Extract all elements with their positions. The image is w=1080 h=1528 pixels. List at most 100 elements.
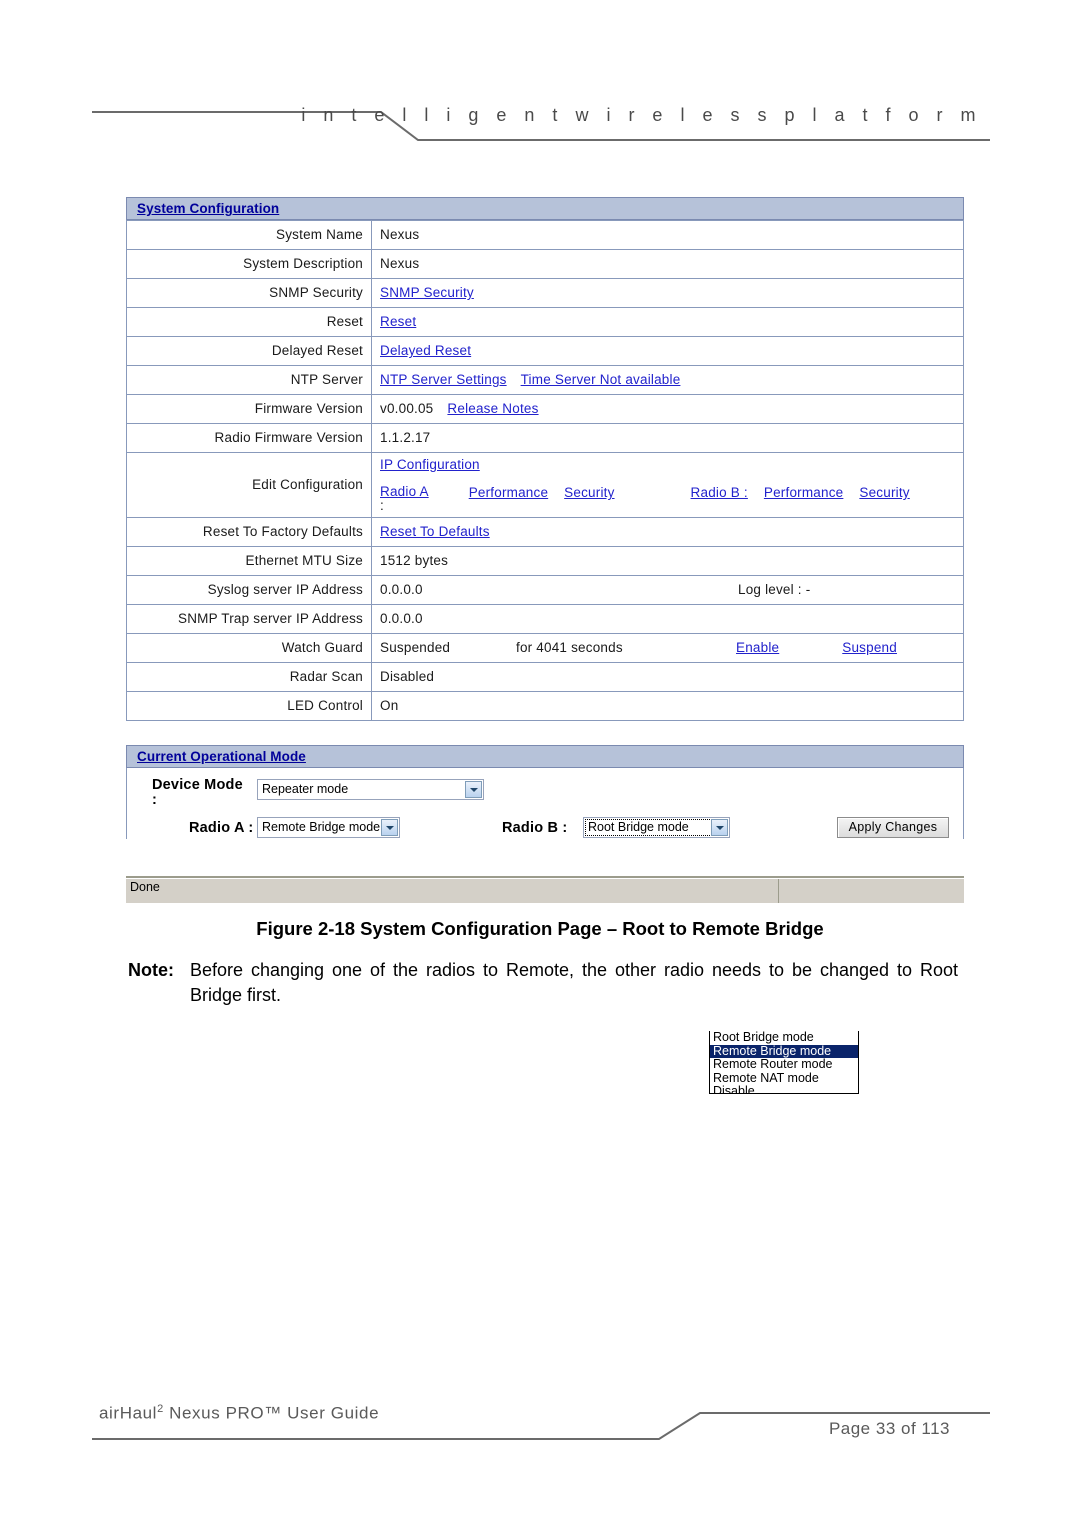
- table-row: Delayed Reset Delayed Reset: [126, 336, 964, 366]
- row-value: 1512 bytes: [371, 546, 964, 576]
- operational-mode-title[interactable]: Current Operational Mode: [137, 749, 306, 764]
- chevron-down-icon[interactable]: [465, 781, 482, 798]
- release-notes-link[interactable]: Release Notes: [447, 401, 538, 416]
- reset-link[interactable]: Reset: [380, 314, 416, 329]
- row-label: Reset To Factory Defaults: [126, 517, 372, 547]
- chevron-down-icon[interactable]: [381, 819, 398, 836]
- note-block: Note: Before changing one of the radios …: [128, 958, 958, 1008]
- row-label: System Description: [126, 249, 372, 279]
- row-label: Reset: [126, 307, 372, 337]
- browser-status-bar: Done: [126, 878, 964, 903]
- row-value: Nexus: [371, 220, 964, 250]
- row-value: SNMP Security: [371, 278, 964, 308]
- row-label: Syslog server IP Address: [126, 575, 372, 605]
- snmp-security-link[interactable]: SNMP Security: [380, 285, 474, 300]
- radio-b-selected-value: Root Bridge mode: [588, 820, 689, 834]
- device-mode-colon: :: [152, 792, 158, 808]
- current-operational-mode-panel: Current Operational Mode Device Mode : R…: [126, 745, 964, 853]
- row-label: Delayed Reset: [126, 336, 372, 366]
- table-row: Ethernet MTU Size 1512 bytes: [126, 546, 964, 576]
- radio-a-security-link[interactable]: Security: [564, 485, 614, 500]
- row-label: LED Control: [126, 691, 372, 721]
- row-label: Watch Guard: [126, 633, 372, 663]
- chevron-down-icon[interactable]: [711, 819, 728, 836]
- table-row: System Name Nexus: [126, 220, 964, 250]
- watch-guard-duration: for 4041 seconds: [516, 640, 623, 655]
- device-mode-select[interactable]: Repeater mode: [257, 779, 484, 800]
- table-row: Radar Scan Disabled: [126, 662, 964, 692]
- radio-b-mode-select[interactable]: Root Bridge mode: [583, 817, 730, 838]
- row-value: Reset To Defaults: [371, 517, 964, 547]
- table-row: Firmware Version v0.00.05 Release Notes: [126, 394, 964, 424]
- table-row: System Description Nexus: [126, 249, 964, 279]
- reset-to-defaults-link[interactable]: Reset To Defaults: [380, 524, 490, 539]
- footer-product-rest: Nexus PRO™ User Guide: [163, 1403, 380, 1423]
- document-footer: airHaul2 Nexus PRO™ User Guide Page 33 o…: [0, 1395, 1080, 1465]
- radio-a-mode-label: Radio A :: [189, 820, 254, 836]
- radio-a-selected-value: Remote Bridge mode: [262, 820, 381, 834]
- apply-changes-button[interactable]: Apply Changes: [837, 817, 949, 838]
- device-mode-selected-value: Repeater mode: [262, 782, 349, 796]
- system-configuration-title[interactable]: System Configuration: [137, 201, 279, 216]
- table-row-edit-configuration: Edit Configuration IP Configuration Radi…: [126, 452, 964, 518]
- header-tagline: i n t e l l i g e n t w i r e l e s s p …: [301, 105, 982, 125]
- row-label: SNMP Trap server IP Address: [126, 604, 372, 634]
- table-row: Reset To Factory Defaults Reset To Defau…: [126, 517, 964, 547]
- embedded-screenshot: System Configuration System Name Nexus S…: [126, 197, 964, 1094]
- browser-status-zone-cell: [778, 879, 964, 903]
- document-header: i n t e l l i g e n t w i r e l e s s p …: [0, 0, 1080, 150]
- browser-content-gap: [126, 839, 964, 862]
- dropdown-option[interactable]: Remote NAT mode: [710, 1071, 858, 1086]
- figure-caption: Figure 2-18 System Configuration Page – …: [256, 918, 824, 939]
- radio-a-mode-select[interactable]: Remote Bridge mode: [257, 817, 400, 838]
- footer-product-superscript: 2: [157, 1403, 164, 1415]
- watch-guard-enable-link[interactable]: Enable: [736, 640, 779, 655]
- ntp-server-settings-link[interactable]: NTP Server Settings: [380, 372, 507, 387]
- row-label: System Name: [126, 220, 372, 250]
- radio-b-performance-link[interactable]: Performance: [764, 485, 843, 500]
- dropdown-option[interactable]: Remote Router mode: [710, 1057, 858, 1072]
- table-row: SNMP Security SNMP Security: [126, 278, 964, 308]
- radio-b-mode-dropdown-list[interactable]: Root Bridge mode Remote Bridge mode Remo…: [709, 1031, 859, 1094]
- table-row: Watch Guard Suspended for 4041 seconds Ena…: [126, 633, 964, 663]
- delayed-reset-link[interactable]: Delayed Reset: [380, 343, 471, 358]
- firmware-version-value: v0.00.05: [380, 401, 434, 416]
- footer-page-number: Page 33 of 113: [828, 1419, 950, 1438]
- radio-b-link[interactable]: Radio B :: [691, 485, 748, 500]
- radio-b-mode-label: Radio B :: [502, 820, 568, 836]
- row-value: Nexus: [371, 249, 964, 279]
- row-value: NTP Server Settings Time Server Not avail…: [371, 365, 964, 395]
- dropdown-option-selected[interactable]: Remote Bridge mode: [710, 1044, 858, 1058]
- watch-guard-suspend-link[interactable]: Suspend: [842, 640, 897, 655]
- footer-product-name: airHaul2 Nexus PRO™ User Guide: [99, 1403, 379, 1424]
- row-label: Radio Firmware Version: [126, 423, 372, 453]
- log-level-value: Log level : -: [738, 582, 811, 597]
- dropdown-option[interactable]: Root Bridge mode: [710, 1031, 858, 1045]
- row-label: NTP Server: [126, 365, 372, 395]
- table-row: LED Control On: [126, 691, 964, 721]
- row-label: Edit Configuration: [126, 452, 372, 518]
- table-row: SNMP Trap server IP Address 0.0.0.0: [126, 604, 964, 634]
- note-label: Note:: [128, 960, 174, 980]
- header-rule-graphic: [92, 111, 990, 141]
- radio-a-performance-link[interactable]: Performance: [469, 485, 548, 500]
- watch-guard-state: Suspended: [380, 640, 451, 655]
- row-label: Radar Scan: [126, 662, 372, 692]
- dropdown-option[interactable]: Disable: [710, 1084, 858, 1093]
- time-server-status-link[interactable]: Time Server Not available: [521, 372, 681, 387]
- radio-b-security-link[interactable]: Security: [859, 485, 909, 500]
- syslog-ip-value: 0.0.0.0: [380, 582, 423, 597]
- system-configuration-header: System Configuration: [126, 197, 964, 220]
- row-label: Firmware Version: [126, 394, 372, 424]
- table-row: Syslog server IP Address 0.0.0.0 Log leve…: [126, 575, 964, 605]
- row-value: IP Configuration Radio A : Performance S…: [371, 452, 964, 518]
- row-value: 0.0.0.0 Log level : -: [371, 575, 964, 605]
- table-row: NTP Server NTP Server Settings Time Serve…: [126, 365, 964, 395]
- radio-a-link[interactable]: Radio A: [380, 484, 429, 499]
- ip-configuration-link[interactable]: IP Configuration: [380, 457, 480, 472]
- row-value: Delayed Reset: [371, 336, 964, 366]
- row-value: On: [371, 691, 964, 721]
- table-row: Radio Firmware Version 1.1.2.17: [126, 423, 964, 453]
- row-value: Disabled: [371, 662, 964, 692]
- radio-a-colon: :: [380, 497, 384, 513]
